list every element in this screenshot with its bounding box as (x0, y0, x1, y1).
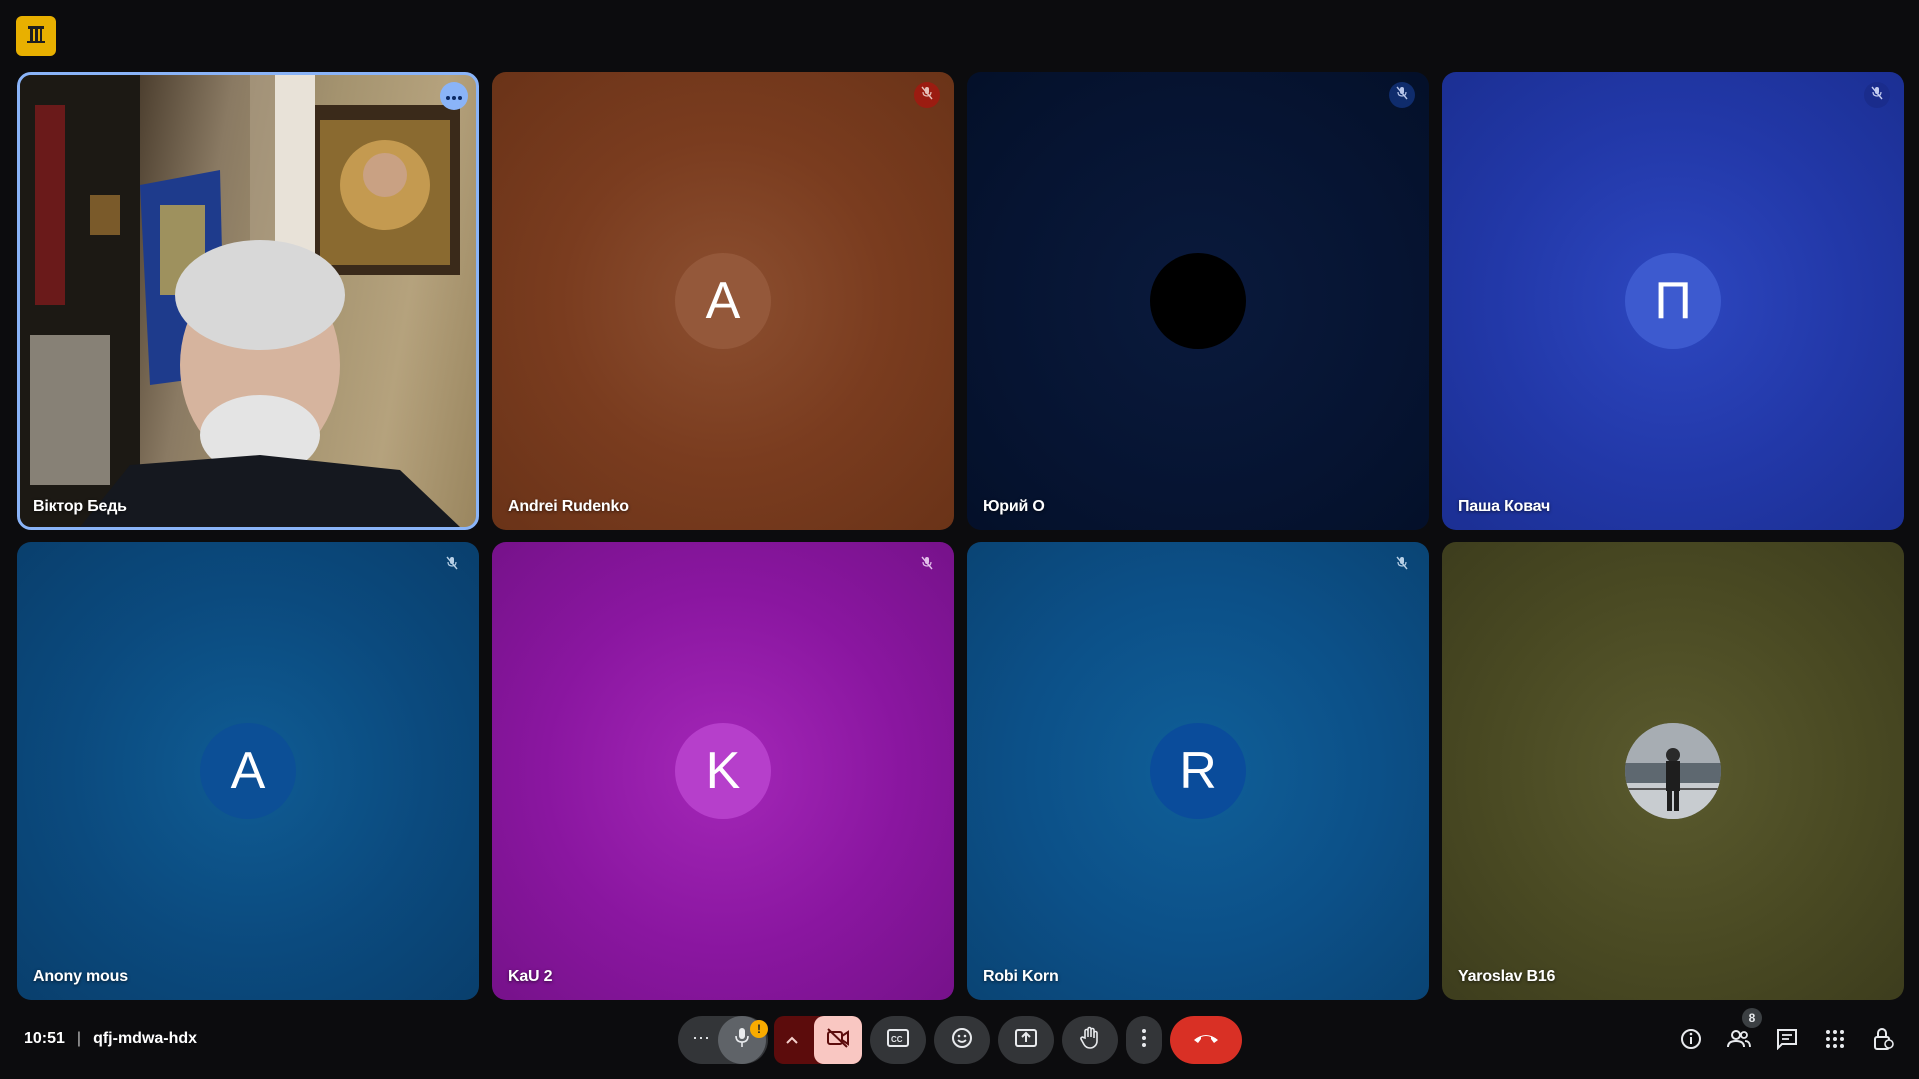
participant-name: Anony mous (33, 968, 128, 985)
avatar: A (200, 723, 296, 819)
avatar: K (675, 723, 771, 819)
participant-name: KaU 2 (508, 968, 553, 985)
svg-text:CC: CC (891, 1035, 903, 1044)
microphone-icon (733, 1027, 751, 1054)
participant-tile[interactable]: Yaroslav B16 (1442, 542, 1904, 1000)
participant-name: Yaroslav B16 (1458, 968, 1556, 985)
participant-tile[interactable]: R Robi Korn (967, 542, 1429, 1000)
avatar: A (675, 253, 771, 349)
chat-button[interactable] (1775, 1028, 1799, 1055)
participant-tile[interactable]: Юрий О (967, 72, 1429, 530)
mic-off-icon (1395, 86, 1409, 105)
more-options-button[interactable] (1126, 1016, 1162, 1064)
mic-off-icon (1870, 86, 1884, 105)
raise-hand-button[interactable] (1062, 1016, 1118, 1064)
building-icon (25, 23, 47, 50)
chat-icon (1776, 1028, 1798, 1055)
more-vertical-icon (1142, 1028, 1146, 1052)
participant-video (20, 75, 460, 527)
more-horizontal-icon (446, 87, 462, 105)
camera-group (774, 1016, 862, 1064)
app-logo (16, 16, 56, 56)
present-screen-icon (1015, 1028, 1037, 1052)
camera-toggle-button[interactable] (814, 1016, 862, 1064)
meeting-details-button[interactable] (1679, 1028, 1703, 1055)
avatar (1150, 253, 1246, 349)
participant-grid: Віктор Бедь A Andrei Rudenko Юрий О П Па… (17, 72, 1904, 1000)
mic-off-icon (920, 556, 934, 575)
emoji-icon (951, 1027, 973, 1054)
more-options-button[interactable] (440, 82, 468, 110)
present-screen-button[interactable] (998, 1016, 1054, 1064)
mic-muted-badge (914, 552, 940, 578)
camera-options-button[interactable] (782, 1030, 802, 1050)
avatar-photo (1625, 723, 1721, 819)
activities-button[interactable] (1823, 1029, 1847, 1053)
camera-off-icon (826, 1027, 850, 1053)
participant-name: Віктор Бедь (33, 498, 127, 515)
participant-tile[interactable]: K KaU 2 (492, 542, 954, 1000)
mic-off-icon (445, 556, 459, 575)
lock-person-icon (1872, 1027, 1894, 1056)
participant-tile[interactable]: Віктор Бедь (17, 72, 479, 530)
chevron-up-icon (786, 1031, 798, 1049)
people-button[interactable] (1727, 1029, 1751, 1053)
participant-tile[interactable]: A Andrei Rudenko (492, 72, 954, 530)
host-controls-button[interactable] (1871, 1027, 1895, 1056)
bottom-control-bar: 10:51 | qfj-mdwa-hdx ⋯ ! CC 8 (0, 1008, 1919, 1074)
avatar: R (1150, 723, 1246, 819)
avatar: П (1625, 253, 1721, 349)
info-icon (1680, 1028, 1702, 1055)
mic-muted-badge (1389, 82, 1415, 108)
mic-muted-badge (914, 82, 940, 108)
participant-name: Andrei Rudenko (508, 498, 629, 515)
call-controls: ⋯ ! CC (0, 1016, 1919, 1064)
mic-off-icon (1395, 556, 1409, 575)
mic-warning-badge: ! (750, 1020, 768, 1038)
participant-tile[interactable]: A Anony mous (17, 542, 479, 1000)
people-count-badge: 8 (1742, 1008, 1762, 1028)
captions-button[interactable]: CC (870, 1016, 926, 1064)
emoji-button[interactable] (934, 1016, 990, 1064)
audio-options-button[interactable]: ⋯ (692, 1028, 710, 1049)
leave-call-button[interactable] (1170, 1016, 1242, 1064)
mic-off-icon (920, 86, 934, 105)
hand-icon (1079, 1026, 1101, 1055)
participant-name: Паша Ковач (1458, 498, 1551, 515)
participant-name: Robi Korn (983, 968, 1059, 985)
mic-muted-badge (439, 552, 465, 578)
mic-muted-badge (1389, 552, 1415, 578)
captions-icon: CC (887, 1028, 909, 1052)
participant-name: Юрий О (983, 498, 1045, 515)
participant-tile[interactable]: П Паша Ковач (1442, 72, 1904, 530)
people-icon (1727, 1029, 1751, 1054)
mic-muted-badge (1864, 82, 1890, 108)
end-call-icon (1193, 1031, 1219, 1049)
apps-grid-icon (1825, 1029, 1845, 1054)
